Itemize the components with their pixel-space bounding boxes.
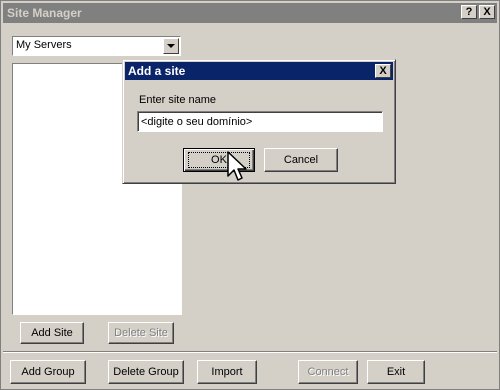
divider — [3, 351, 497, 353]
site-name-label: Enter site name — [139, 94, 217, 106]
window-title: Site Manager — [7, 6, 82, 20]
mouse-pointer-icon — [227, 151, 247, 181]
dialog-titlebar[interactable]: Add a site X — [125, 62, 393, 80]
add-site-button[interactable]: Add Site — [20, 322, 84, 344]
site-name-input[interactable] — [137, 111, 383, 132]
add-site-dialog: Add a site X Enter site name OK Cancel — [122, 59, 396, 184]
connect-button[interactable]: Connect — [298, 360, 358, 384]
combo-selected-value: My Servers — [16, 39, 72, 51]
delete-site-button[interactable]: Delete Site — [108, 322, 174, 344]
dropdown-arrow-icon[interactable] — [163, 38, 179, 54]
server-group-combo[interactable]: My Servers — [12, 36, 181, 56]
dialog-close-icon[interactable]: X — [375, 64, 391, 78]
exit-button[interactable]: Exit — [367, 360, 425, 384]
site-manager-window: Site Manager ? X My Servers Add Site Del… — [0, 0, 500, 390]
close-icon[interactable]: X — [479, 5, 495, 19]
delete-group-button[interactable]: Delete Group — [108, 360, 184, 384]
import-button[interactable]: Import — [197, 360, 257, 384]
help-icon[interactable]: ? — [461, 5, 477, 19]
window-titlebar[interactable]: Site Manager ? X — [3, 3, 497, 23]
cancel-button[interactable]: Cancel — [264, 148, 338, 172]
dialog-title: Add a site — [128, 64, 186, 78]
add-group-button[interactable]: Add Group — [10, 360, 86, 384]
